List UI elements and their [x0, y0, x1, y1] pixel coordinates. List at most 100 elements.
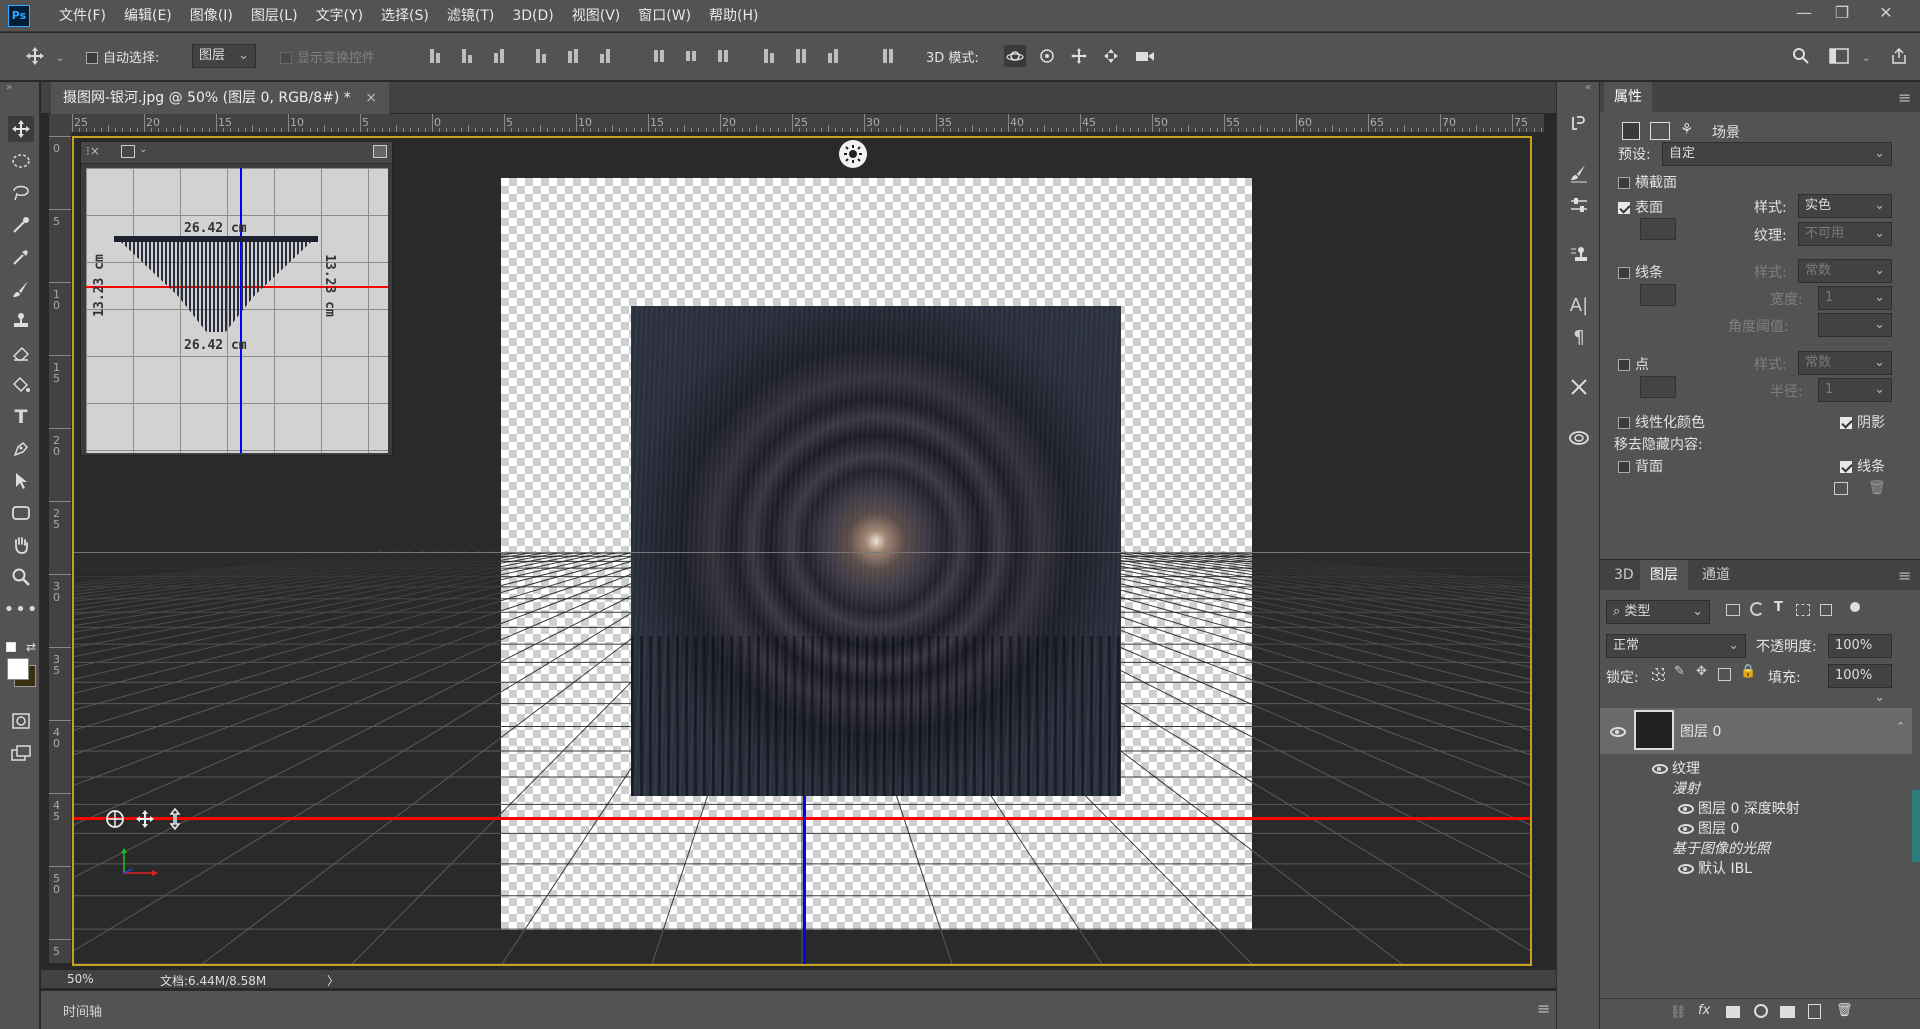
workspace-icon[interactable]	[1828, 45, 1850, 67]
3d-orbit-icon[interactable]	[1004, 45, 1026, 67]
fill-input[interactable]: 100%	[1828, 664, 1892, 688]
lock-pixels-icon[interactable]: ✎	[1674, 664, 1685, 679]
pen-icon[interactable]	[8, 436, 34, 462]
layer-row-layer0[interactable]: 图层 0 ⌃	[1600, 708, 1912, 754]
brush-icon[interactable]	[8, 276, 34, 302]
visibility-eye-icon[interactable]	[1678, 864, 1694, 874]
layers-scrollbar[interactable]	[1912, 790, 1920, 862]
menu-item[interactable]: 窗口(W)	[629, 0, 700, 32]
lock-position-icon[interactable]: ✥	[1696, 664, 1707, 679]
scene-filter-icon[interactable]	[1622, 122, 1640, 140]
brush-settings-icon[interactable]	[1568, 162, 1590, 184]
visibility-eye-icon[interactable]	[1610, 727, 1626, 737]
lines-hidden-checkbox[interactable]: 线条	[1840, 456, 1885, 476]
filter-shape-icon[interactable]	[1796, 604, 1810, 616]
search-icon[interactable]	[1790, 45, 1812, 67]
surface-color-swatch[interactable]	[1640, 218, 1676, 240]
shadow-checkbox[interactable]: 阴影	[1840, 412, 1885, 432]
filter-type-icon[interactable]: T	[1774, 600, 1783, 615]
galaxy-3d-mesh[interactable]	[631, 306, 1121, 796]
distribute-right-icon[interactable]	[822, 45, 844, 67]
3d-roll-icon[interactable]	[1036, 45, 1058, 67]
lines-style-dropdown[interactable]: 常数	[1798, 259, 1892, 283]
paragraph-icon[interactable]: ¶	[1568, 326, 1590, 348]
type-tool-icon[interactable]: T	[8, 404, 34, 430]
tool-presets-icon[interactable]	[1568, 376, 1590, 398]
width-input[interactable]: 1	[1818, 286, 1892, 310]
tab-layers[interactable]: 图层	[1640, 560, 1688, 590]
clone-stamp-icon[interactable]	[8, 308, 34, 334]
visibility-eye-icon[interactable]	[1652, 764, 1668, 774]
menu-item[interactable]: 选择(S)	[372, 0, 438, 32]
character-icon[interactable]: A|	[1568, 294, 1590, 316]
points-checkbox[interactable]: 点	[1618, 354, 1649, 374]
texture-dropdown[interactable]: 不可用	[1798, 222, 1892, 246]
tab-properties[interactable]: 属性	[1604, 82, 1652, 112]
close-tab-icon[interactable]: ×	[365, 90, 377, 106]
3d-camera-orbit-icon[interactable]	[104, 808, 126, 834]
strip-collapse-icon[interactable]: «	[1585, 82, 1591, 93]
lasso-icon[interactable]	[8, 180, 34, 206]
grip-icon[interactable]: ⁝×	[86, 144, 100, 158]
horizontal-ruler[interactable]: 25 20 15 10 5 0 5 10 15 20 25 30 35 40 45 50 55 60 65 70 75	[72, 114, 1544, 133]
timeline-tab[interactable]: 时间轴	[63, 1001, 102, 1020]
workspace-chevron-icon[interactable]: ⌄	[1862, 53, 1870, 64]
lines-color-swatch[interactable]	[1640, 284, 1676, 306]
visibility-eye-icon[interactable]	[1678, 804, 1694, 814]
trash-icon[interactable]: 🗑	[1868, 480, 1886, 496]
auto-select-dropdown[interactable]: 图层	[192, 44, 256, 68]
delete-layer-icon[interactable]: 🗑	[1836, 1003, 1853, 1018]
3d-slide-icon[interactable]	[1100, 45, 1122, 67]
distribute-hcenter-icon[interactable]	[790, 45, 812, 67]
default-colors-icon[interactable]	[6, 642, 16, 652]
align-vcenter-icon[interactable]	[456, 45, 478, 67]
preset-dropdown[interactable]: 自定	[1662, 142, 1892, 166]
align-top-icon[interactable]	[424, 45, 446, 67]
tool-preset-chevron-icon[interactable]: ⌄	[56, 53, 64, 64]
light-icon[interactable]: ⚘	[1680, 120, 1693, 138]
new-group-icon[interactable]	[1780, 1006, 1795, 1018]
adjustment-layer-icon[interactable]	[1754, 1004, 1768, 1018]
distribute-left-icon[interactable]	[758, 45, 780, 67]
3d-scale-camera-icon[interactable]	[1134, 45, 1156, 67]
3d-pan-icon[interactable]	[1068, 45, 1090, 67]
adjustments-icon[interactable]	[1568, 194, 1590, 216]
surface-checkbox[interactable]: 表面	[1618, 197, 1663, 217]
filter-adjustment-icon[interactable]	[1750, 602, 1764, 616]
elliptical-marquee-icon[interactable]	[8, 148, 34, 174]
timeline-menu-icon[interactable]: ≡	[1537, 999, 1550, 1018]
quick-mask-icon[interactable]	[8, 708, 34, 734]
show-transform-checkbox[interactable]: 显示变换控件	[280, 47, 375, 66]
new-layer-icon[interactable]	[1808, 1004, 1821, 1019]
libraries-icon[interactable]	[1568, 426, 1590, 448]
layers-menu-icon[interactable]: ≡	[1898, 566, 1911, 585]
3d-camera-pan-icon[interactable]	[134, 808, 156, 834]
backface-checkbox[interactable]: 背面	[1618, 456, 1663, 476]
screen-mode-icon[interactable]	[8, 740, 34, 766]
menu-item[interactable]: 视图(V)	[563, 0, 630, 32]
layer-texture-group[interactable]: 纹理	[1600, 758, 1912, 777]
secondary-view-window[interactable]: ⁝× ⌄ 26.42 cm 26.42 cm 13.23 cm 13.23 cm	[80, 141, 393, 456]
hand-tool-icon[interactable]	[8, 532, 34, 558]
swap-colors-icon[interactable]: ⇄	[26, 640, 36, 654]
lock-all-icon[interactable]: 🔒	[1740, 664, 1756, 679]
distribute-top-icon[interactable]	[648, 45, 670, 67]
radius-input[interactable]: 1	[1818, 378, 1892, 402]
add-mask-icon[interactable]	[1726, 1006, 1740, 1018]
points-color-swatch[interactable]	[1640, 376, 1676, 398]
align-hcenter-icon[interactable]	[562, 45, 584, 67]
distribute-bottom-icon[interactable]	[712, 45, 734, 67]
auto-align-icon[interactable]	[877, 45, 899, 67]
more-tools-icon[interactable]: •••	[4, 596, 38, 622]
lines-checkbox[interactable]: 线条	[1618, 262, 1663, 282]
eyedropper-icon[interactable]	[8, 244, 34, 270]
minimize-button[interactable]: —	[1784, 0, 1824, 28]
light-source-icon[interactable]	[839, 140, 867, 168]
menu-item[interactable]: 图层(L)	[242, 0, 307, 32]
status-menu-arrow-icon[interactable]: 〉	[327, 972, 339, 989]
move-tool-icon[interactable]	[8, 116, 34, 142]
layer-filter-dropdown[interactable]: ⌕ 类型	[1606, 600, 1710, 624]
cross-section-checkbox[interactable]: 横截面	[1618, 172, 1677, 192]
angle-threshold-input[interactable]	[1818, 313, 1892, 337]
clone-source-icon[interactable]	[1568, 244, 1590, 266]
